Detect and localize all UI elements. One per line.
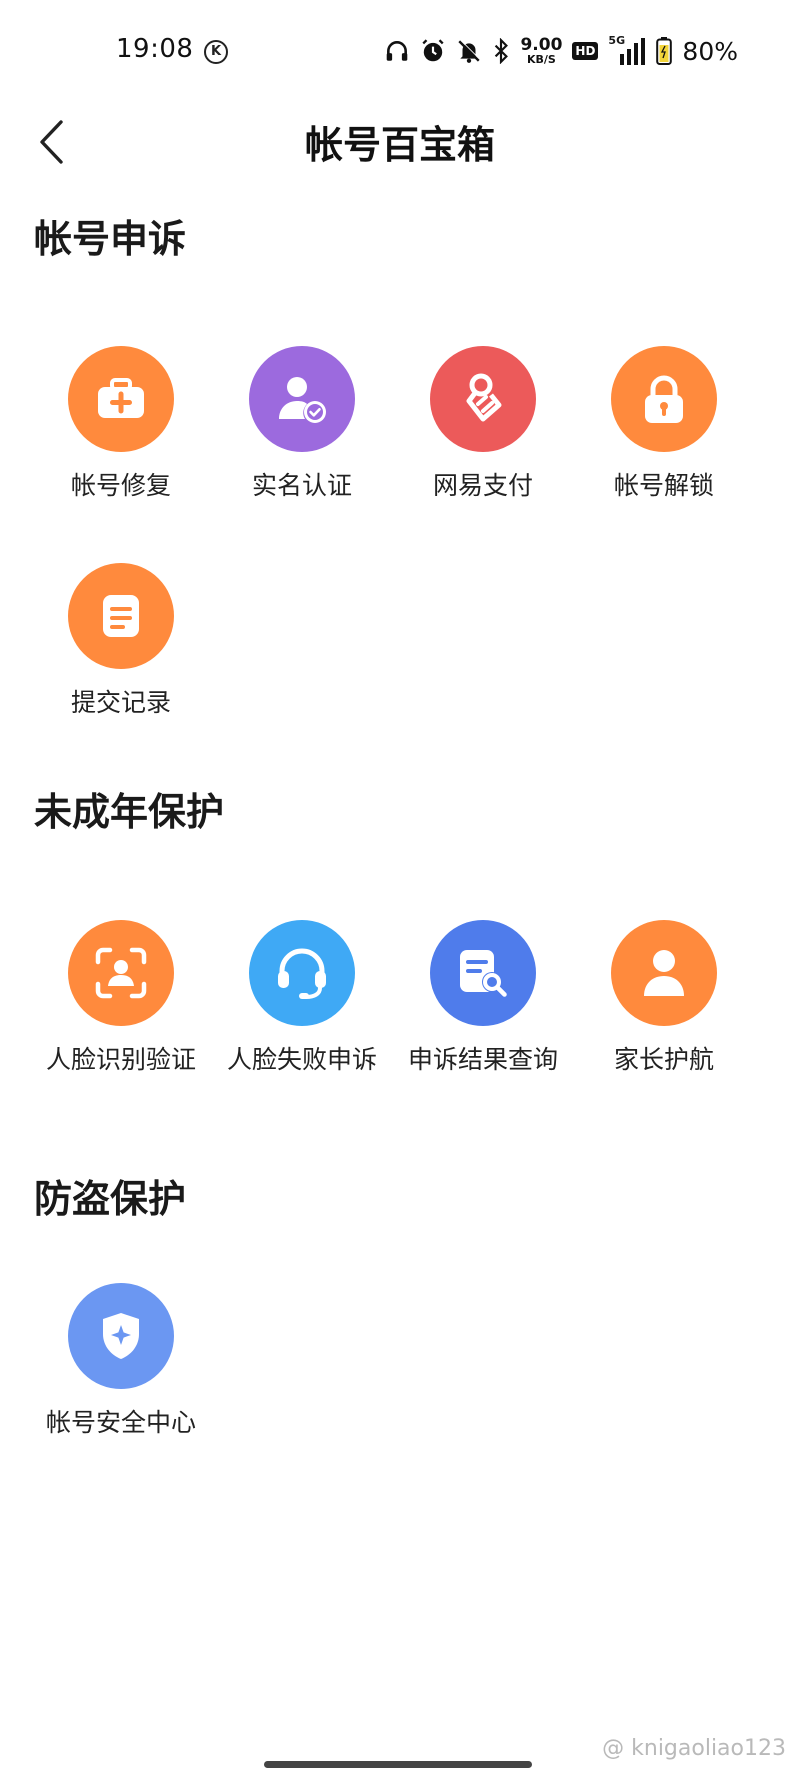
parental-guard-label: 家长护航 <box>613 1045 714 1074</box>
account-security-center-icon-circle <box>68 1283 174 1389</box>
face-verify-button[interactable]: 人脸识别验证 <box>31 920 211 1076</box>
appeal-result-query-button[interactable]: 申诉结果查询 <box>393 920 573 1076</box>
account-unlock-button[interactable]: 帐号解锁 <box>574 346 754 502</box>
home-indicator[interactable] <box>264 1761 532 1768</box>
shield-star-icon <box>103 1313 139 1359</box>
watermark: @ knigaoliao123 <box>602 1736 786 1761</box>
status-time: 19:08 <box>116 34 194 64</box>
bluetooth-icon <box>495 38 509 64</box>
headphones-icon <box>387 41 408 61</box>
real-name-verify-label: 实名认证 <box>251 471 352 500</box>
face-verify-icon-circle <box>68 920 174 1026</box>
netease-pay-icon-circle <box>430 346 536 452</box>
account-unlock-label: 帐号解锁 <box>613 471 714 500</box>
face-verify-label: 人脸识别验证 <box>45 1045 196 1074</box>
network-speed: 9.00 KB/S <box>520 35 563 66</box>
account-repair-button[interactable]: 帐号修复 <box>31 346 211 502</box>
mute-bell-icon <box>458 39 481 63</box>
section-title-anti-theft: 防盗保护 <box>34 1177 187 1221</box>
document-icon <box>103 595 139 637</box>
submit-record-button[interactable]: 提交记录 <box>31 563 211 719</box>
status-bar: 19:08 K 9.00 KB/S HD 5G 80% <box>0 0 800 100</box>
page-title: 帐号百宝箱 <box>304 123 495 167</box>
parental-guard-button[interactable]: 家长护航 <box>574 920 754 1076</box>
header: 帐号百宝箱 <box>0 100 800 180</box>
section-title-minor-protection: 未成年保护 <box>34 790 225 834</box>
netease-pay-label: 网易支付 <box>432 471 533 500</box>
account-security-center-button[interactable]: 帐号安全中心 <box>31 1283 211 1439</box>
person-icon <box>644 950 684 996</box>
user-verified-icon <box>279 377 326 423</box>
battery-percent: 80% <box>682 36 738 66</box>
section-title-account-appeal: 帐号申诉 <box>34 217 187 261</box>
hd-badge: HD <box>572 42 599 60</box>
lock-icon <box>645 375 683 423</box>
submit-record-label: 提交记录 <box>70 688 171 717</box>
appeal-result-query-icon-circle <box>430 920 536 1026</box>
netease-pay-button[interactable]: 网易支付 <box>393 346 573 502</box>
carrier-badge: K <box>204 40 228 64</box>
battery-icon <box>656 37 673 65</box>
submit-record-icon-circle <box>68 563 174 669</box>
face-fail-appeal-label: 人脸失败申诉 <box>226 1045 377 1074</box>
signal-bars-icon <box>620 38 646 65</box>
document-search-icon <box>460 950 507 997</box>
status-icons: 9.00 KB/S HD 5G 80% <box>384 34 738 68</box>
account-repair-label: 帐号修复 <box>70 471 171 500</box>
medical-kit-icon <box>98 378 144 418</box>
account-repair-icon-circle <box>68 346 174 452</box>
headset-icon <box>278 948 326 999</box>
real-name-verify-button[interactable]: 实名认证 <box>212 346 392 502</box>
netease-pay-icon <box>466 373 502 422</box>
parental-guard-icon-circle <box>611 920 717 1026</box>
signal-strength: 5G <box>608 34 646 66</box>
face-fail-appeal-icon-circle <box>249 920 355 1026</box>
face-scan-icon <box>95 947 147 999</box>
appeal-result-query-label: 申诉结果查询 <box>407 1045 558 1074</box>
account-unlock-icon-circle <box>611 346 717 452</box>
account-security-center-label: 帐号安全中心 <box>45 1408 196 1437</box>
face-fail-appeal-button[interactable]: 人脸失败申诉 <box>212 920 392 1076</box>
alarm-icon <box>422 39 445 62</box>
real-name-verify-icon-circle <box>249 346 355 452</box>
